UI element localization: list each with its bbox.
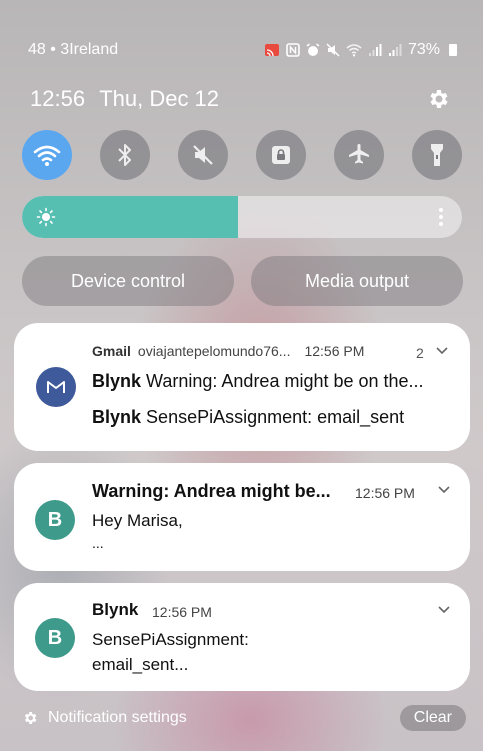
title: Warning: Andrea might be... (92, 481, 331, 501)
message-body: Hey Marisa, (92, 511, 183, 530)
message-body-more: email_sent... (92, 655, 189, 674)
nfc-icon (286, 43, 300, 57)
notification-settings-button[interactable]: Notification settings (22, 709, 187, 727)
blynk-avatar: B (35, 500, 75, 540)
notification-line[interactable]: Blynk Warning: Andrea might be on the... (92, 371, 424, 392)
airplane-icon (349, 144, 369, 164)
flashlight-toggle[interactable] (412, 130, 462, 180)
message-preview: Warning: Andrea might be on the... (146, 371, 424, 391)
settings-button[interactable] (425, 86, 451, 112)
datetime[interactable]: 12:56 Thu, Dec 12 (30, 86, 219, 112)
gmail-icon (47, 381, 65, 393)
control-buttons: Device control Media output (22, 256, 463, 306)
notification-time: 12:56 PM (152, 604, 212, 620)
status-icons: 73% (264, 41, 457, 59)
rotation-lock-toggle[interactable] (256, 130, 306, 180)
airplane-toggle[interactable] (334, 130, 384, 180)
date[interactable]: Thu, Dec 12 (99, 86, 219, 111)
alarm-icon (306, 43, 320, 56)
gear-icon (430, 90, 448, 108)
footer: Notification settings Clear (22, 704, 466, 732)
chevron-down-icon[interactable] (437, 485, 451, 495)
blynk-avatar: B (35, 618, 75, 658)
notification-blynk-email[interactable]: B Blynk 12:56 PM SensePiAssignment: emai… (14, 583, 470, 691)
account-email: oviajantepelomundo76... (137, 343, 291, 359)
battery-icon (449, 44, 457, 56)
wifi-toggle[interactable] (22, 130, 72, 180)
notification-count: 2 (416, 345, 424, 361)
flashlight-icon (431, 144, 443, 166)
sender: Blynk (92, 371, 142, 391)
notification-header: Gmail oviajantepelomundo76... 12:56 PM (92, 343, 364, 359)
message-body: SensePiAssignment: (92, 630, 249, 649)
media-output-button[interactable]: Media output (251, 256, 463, 306)
signal-icon (368, 44, 382, 56)
clock[interactable]: 12:56 (30, 86, 85, 111)
carrier-label: 48 • 3Ireland (28, 41, 119, 58)
battery-percent: 73% (407, 41, 440, 58)
wifi-icon (346, 44, 362, 57)
chevron-down-icon[interactable] (435, 346, 449, 356)
notification-blynk-warning[interactable]: B Warning: Andrea might be... 12:56 PM H… (14, 463, 470, 571)
message-body-more: ... (92, 535, 104, 551)
clear-button[interactable]: Clear (399, 705, 466, 731)
notification-settings-label: Notification settings (48, 709, 187, 726)
notification-line[interactable]: Blynk SensePiAssignment: email_sent (92, 407, 404, 428)
quick-toggles (22, 130, 462, 180)
brightness-slider[interactable] (22, 196, 462, 238)
sender: Blynk (92, 407, 142, 427)
title: Blynk (92, 600, 139, 619)
notification-gmail[interactable]: Gmail oviajantepelomundo76... 12:56 PM 2… (14, 323, 470, 451)
status-bar: 48 • 3Ireland 73% (28, 38, 457, 62)
lock-icon (272, 146, 290, 164)
header: 12:56 Thu, Dec 12 (30, 84, 451, 114)
more-options-icon[interactable] (438, 207, 444, 227)
wifi-icon (33, 145, 61, 166)
app-name: Gmail (92, 343, 131, 359)
bluetooth-toggle[interactable] (100, 130, 150, 180)
notification-time: 12:56 PM (304, 343, 365, 359)
notification-time: 12:56 PM (355, 485, 415, 501)
device-control-button[interactable]: Device control (22, 256, 234, 306)
signal-icon (388, 44, 402, 56)
mute-icon (326, 43, 340, 57)
bluetooth-icon (118, 144, 131, 166)
sound-toggle[interactable] (178, 130, 228, 180)
gmail-avatar (36, 367, 76, 407)
notification-title: Warning: Andrea might be... (92, 481, 331, 502)
gear-icon (22, 710, 38, 726)
cast-icon (264, 44, 279, 57)
message-preview: SensePiAssignment: email_sent (146, 407, 405, 427)
chevron-down-icon[interactable] (437, 605, 451, 615)
sun-icon (36, 207, 56, 227)
mute-icon (193, 145, 213, 165)
notification-title: Blynk (92, 600, 138, 620)
